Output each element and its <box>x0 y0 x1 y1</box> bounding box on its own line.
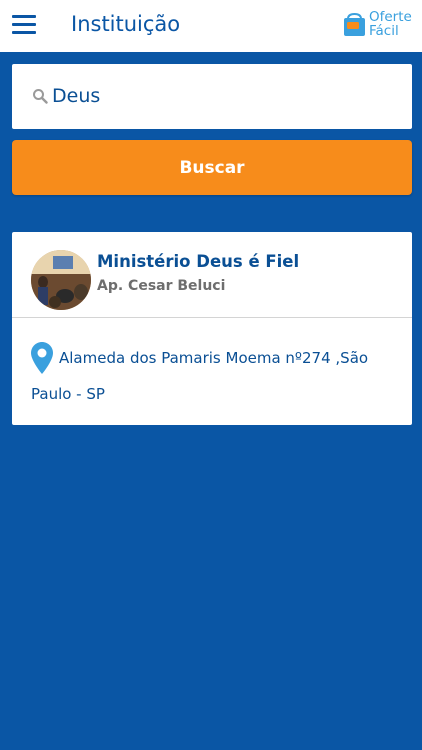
search-box <box>12 64 412 129</box>
oferte-facil-logo: Oferte Fácil <box>343 10 419 42</box>
institution-name: Ministério Deus é Fiel <box>97 252 300 271</box>
hamburger-menu-icon[interactable] <box>12 15 36 35</box>
institution-leader: Ap. Cesar Beluci <box>97 278 226 294</box>
app-bar: Instituição Oferte Fácil <box>0 0 422 52</box>
institution-avatar <box>31 250 91 310</box>
logo-text-oferte: Oferte <box>369 9 412 25</box>
logo-mark-icon <box>344 12 365 36</box>
search-input[interactable] <box>52 80 392 112</box>
card-divider <box>12 317 412 318</box>
search-button[interactable]: Buscar <box>12 140 412 195</box>
logo-text-facil: Fácil <box>369 23 399 39</box>
institution-card[interactable]: Ministério Deus é Fiel Ap. Cesar Beluci … <box>12 232 412 425</box>
institution-address-line2: Paulo - SP <box>31 385 105 403</box>
map-pin-icon <box>31 342 53 374</box>
search-icon <box>33 89 48 104</box>
page-title: Instituição <box>71 12 181 36</box>
institution-address-line1: Alameda dos Pamaris Moema nº274 ,São <box>59 349 369 367</box>
